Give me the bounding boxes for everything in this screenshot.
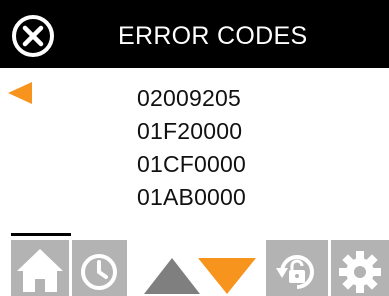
- error-code-item[interactable]: 01AB0000: [137, 184, 277, 211]
- error-code-item[interactable]: 01CF0000: [137, 151, 277, 178]
- gear-icon: [339, 251, 381, 293]
- home-button[interactable]: [11, 240, 69, 296]
- unlock-icon: [276, 255, 314, 289]
- home-icon: [17, 249, 63, 292]
- error-code-item[interactable]: 01F20000: [137, 118, 277, 145]
- header-bar: ERROR CODES: [0, 0, 389, 68]
- active-tab-indicator: [11, 233, 71, 236]
- settings-button[interactable]: [331, 240, 389, 296]
- scroll-up-button[interactable]: [144, 258, 200, 294]
- selection-indicator-icon: [8, 82, 32, 104]
- page-title: ERROR CODES: [118, 22, 308, 50]
- history-button[interactable]: [72, 240, 127, 296]
- error-code-item[interactable]: 02009205: [137, 85, 277, 112]
- unlock-button[interactable]: [266, 240, 328, 296]
- close-icon[interactable]: [11, 14, 55, 58]
- scroll-down-button[interactable]: [198, 258, 256, 294]
- clock-icon: [81, 254, 117, 290]
